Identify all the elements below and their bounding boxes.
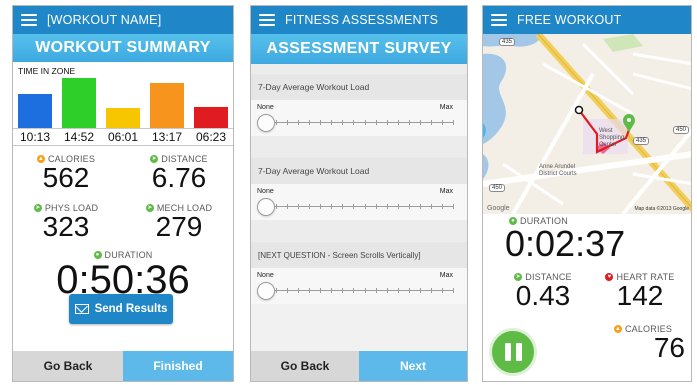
map-label: Shopping	[599, 135, 625, 141]
survey-question: 7-Day Average Workout Load None Max	[251, 158, 467, 220]
zone-time-label: 06:01	[107, 130, 139, 144]
finished-button[interactable]: Finished	[123, 351, 233, 381]
pause-icon	[505, 343, 511, 361]
question-slider-area: None Max	[251, 184, 467, 220]
distance-stat: ➤ DISTANCE 0.43	[503, 272, 583, 310]
zone-time-label: 06:23	[195, 130, 227, 144]
page-title: WORKOUT SUMMARY	[13, 34, 233, 62]
app-title: FREE WORKOUT	[517, 13, 622, 27]
zone-time-labels: 10:13 14:52 06:01 13:17 06:23	[13, 128, 233, 146]
slider-max-label: Max	[439, 272, 453, 279]
zone-time-label: 13:17	[151, 130, 183, 144]
duration-value: 0:02:37	[505, 223, 626, 264]
menu-icon[interactable]	[21, 14, 37, 26]
route-map[interactable]: 435 435 450 450 West Shopping Center Ann…	[483, 34, 691, 214]
menu-icon[interactable]	[259, 14, 275, 26]
mech-load-stat: ➤ MECH LOAD 279	[129, 203, 229, 241]
map-label: Center	[599, 142, 618, 148]
slider-max-label: Max	[439, 188, 453, 195]
slider-min-label: None	[257, 272, 274, 279]
assessment-survey-screen: FITNESS ASSESSMENTS ASSESSMENT SURVEY 7-…	[250, 5, 468, 382]
duration-stat: ● DURATION 0:02:37	[505, 216, 647, 264]
slider-min-label: None	[257, 188, 274, 195]
route-shield: 435	[633, 137, 650, 145]
app-bar: FITNESS ASSESSMENTS	[251, 6, 467, 34]
map-attribution: Map data ©2013 Google	[634, 206, 689, 212]
send-results-button[interactable]: Send Results	[69, 294, 173, 324]
heart-rate-value: 142	[616, 280, 664, 311]
calories-value: 76	[653, 332, 685, 363]
zone-bar	[61, 78, 97, 128]
chart-title: TIME IN ZONE	[13, 62, 233, 76]
map-label: District Courts	[539, 171, 577, 177]
zone-bar	[105, 107, 141, 128]
slider-max-label: Max	[439, 104, 453, 111]
map-label: West	[599, 128, 613, 134]
app-bar: FREE WORKOUT	[483, 6, 691, 34]
app-title: FITNESS ASSESSMENTS	[285, 13, 439, 27]
google-logo: Google	[487, 205, 510, 212]
calories-stat: ▲ CALORIES 76	[601, 324, 685, 362]
phys-load-icon: ➤	[33, 204, 42, 212]
route-shield: 435	[499, 38, 516, 46]
distance-stat: ➤ DISTANCE 6.76	[129, 154, 229, 192]
slider-handle[interactable]	[257, 198, 275, 216]
distance-value: 6.76	[151, 162, 207, 193]
zone-time-label: 14:52	[63, 130, 95, 144]
slider-min-label: None	[257, 104, 274, 111]
route-shield: 450	[489, 184, 506, 192]
zone-bar	[149, 83, 185, 128]
page-title: ASSESSMENT SURVEY	[251, 34, 467, 64]
app-bar: [WORKOUT NAME]	[13, 6, 233, 34]
map-label: Anne Arundel	[539, 164, 576, 170]
free-workout-screen: FREE WORKOUT 435 435 450 450 West Shoppi…	[482, 5, 692, 382]
survey-question: [NEXT QUESTION - Screen Scrolls Vertical…	[251, 242, 467, 304]
phys-load-value: 323	[42, 211, 90, 242]
mech-load-value: 279	[155, 211, 203, 242]
question-slider-area: None Max	[251, 268, 467, 304]
zone-bar	[17, 93, 53, 128]
slider-track[interactable]	[265, 288, 454, 293]
heart-icon: ♥	[605, 273, 614, 281]
send-results-label: Send Results	[94, 303, 168, 315]
question-label: 7-Day Average Workout Load	[251, 158, 467, 184]
heart-rate-stat: ♥ HEART RATE 142	[595, 272, 685, 310]
mech-load-icon: ➤	[145, 204, 154, 212]
next-button[interactable]: Next	[359, 351, 467, 381]
go-back-button[interactable]: Go Back	[13, 351, 123, 381]
route-shield: 450	[673, 126, 690, 134]
footer-bar: Go Back Next	[251, 351, 467, 381]
calories-value: 562	[42, 162, 90, 193]
slider-handle[interactable]	[257, 114, 275, 132]
phys-load-stat: ➤ PHYS LOAD 323	[21, 203, 111, 241]
survey-question: 7-Day Average Workout Load None Max	[251, 74, 467, 136]
app-title: [WORKOUT NAME]	[47, 13, 162, 27]
zone-bar	[193, 106, 229, 128]
slider-handle[interactable]	[257, 282, 275, 300]
slider-track[interactable]	[265, 204, 454, 209]
flame-icon: ▲	[613, 325, 622, 333]
question-label: [NEXT QUESTION - Screen Scrolls Vertical…	[251, 242, 467, 268]
stats-area: ▲ CALORIES 562 ➤ DISTANCE 6.76 ➤ PHYS LOAD …	[13, 146, 233, 355]
envelope-icon	[74, 304, 89, 314]
question-label: 7-Day Average Workout Load	[251, 74, 467, 100]
duration-stat: ● DURATION 0:50:36	[33, 250, 213, 300]
zone-time-label: 10:13	[19, 130, 51, 144]
time-in-zone-chart	[13, 76, 233, 128]
pause-button[interactable]	[489, 328, 537, 376]
menu-icon[interactable]	[491, 14, 507, 26]
go-back-button[interactable]: Go Back	[251, 351, 359, 381]
distance-value: 0.43	[515, 280, 571, 311]
slider-track[interactable]	[265, 120, 454, 125]
workout-summary-screen: [WORKOUT NAME] WORKOUT SUMMARY TIME IN Z…	[12, 5, 234, 382]
footer-bar: Go Back Finished	[13, 351, 233, 381]
question-slider-area: None Max	[251, 100, 467, 136]
map-graphic	[483, 34, 691, 214]
calories-stat: ▲ CALORIES 562	[21, 154, 111, 192]
